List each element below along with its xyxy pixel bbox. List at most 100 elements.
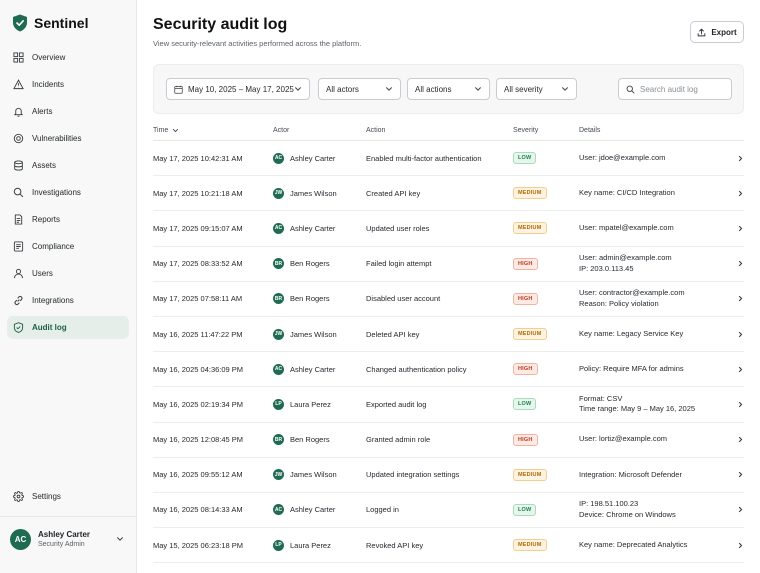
row-open-button[interactable] bbox=[730, 260, 744, 267]
date-range-value: May 10, 2025 – May 17, 2025 bbox=[188, 84, 294, 94]
actor-name: Ben Rogers bbox=[290, 259, 330, 269]
action-cell: Updated integration settings bbox=[366, 470, 460, 480]
sidebar-item-audit-log[interactable]: Audit log bbox=[7, 316, 129, 339]
sidebar-item-users[interactable]: Users bbox=[7, 262, 129, 285]
row-open-button[interactable] bbox=[730, 542, 744, 549]
column-header-time[interactable]: Time bbox=[153, 127, 273, 134]
chevron-down-icon[interactable] bbox=[116, 535, 124, 543]
row-open-button[interactable] bbox=[730, 155, 744, 162]
row-open-button[interactable] bbox=[730, 366, 744, 373]
table-row[interactable]: May 16, 2025 09:55:12 AM JW James Wilson Up… bbox=[153, 458, 744, 493]
chevron-right-icon bbox=[737, 436, 744, 443]
search-box[interactable] bbox=[618, 78, 732, 100]
severity-badge: MEDIUM bbox=[513, 539, 547, 552]
severity-cell: MEDIUM bbox=[513, 539, 579, 552]
sidebar-item-label: Audit log bbox=[32, 323, 67, 332]
details-cell: User: contractor@example.com Reason: Poli… bbox=[579, 288, 730, 309]
actor-name: Ashley Carter bbox=[290, 505, 336, 515]
table-row[interactable]: May 17, 2025 09:15:07 AM AC Ashley Carter U… bbox=[153, 211, 744, 247]
row-open-button[interactable] bbox=[730, 471, 744, 478]
severity-cell: MEDIUM bbox=[513, 222, 579, 235]
search-input[interactable] bbox=[640, 84, 720, 94]
avatar: AC bbox=[273, 363, 284, 375]
actor-cell: LP Laura Perez bbox=[273, 398, 366, 410]
row-open-button[interactable] bbox=[730, 436, 744, 443]
profile-role: Security Admin bbox=[38, 541, 85, 548]
sidebar-item-vulnerabilities[interactable]: Vulnerabilities bbox=[7, 127, 129, 150]
row-open-button[interactable] bbox=[730, 401, 744, 408]
brand[interactable]: Sentinel bbox=[0, 0, 136, 46]
table-row[interactable]: May 17, 2025 08:33:52 AM BR Ben Rogers Fail… bbox=[153, 247, 744, 282]
audit-log-table: Time Actor Action Severity Details May 1… bbox=[153, 121, 744, 564]
actor-cell: JW James Wilson bbox=[273, 469, 366, 481]
sidebar-item-label: Overview bbox=[32, 53, 66, 62]
table-row[interactable]: May 16, 2025 04:36:09 PM AC Ashley Carter C… bbox=[153, 352, 744, 388]
actor-name: Laura Perez bbox=[290, 540, 331, 550]
avatar: BR bbox=[273, 258, 284, 270]
table-header: Time Actor Action Severity Details bbox=[153, 121, 744, 141]
table-row[interactable]: May 17, 2025 07:58:11 AM BR Ben Rogers Disa… bbox=[153, 282, 744, 317]
details-line: Reason: Policy violation bbox=[579, 298, 659, 308]
severity-cell: HIGH bbox=[513, 433, 579, 446]
details-line: User: admin@example.com bbox=[579, 253, 672, 263]
warning-icon bbox=[13, 79, 24, 90]
sidebar-item-reports[interactable]: Reports bbox=[7, 208, 129, 231]
user-profile[interactable]: AC Ashley Carter Security Admin bbox=[0, 516, 136, 561]
table-row[interactable]: May 17, 2025 10:42:31 AM AC Ashley Carter E… bbox=[153, 141, 744, 177]
actor-cell: AC Ashley Carter bbox=[273, 504, 366, 516]
sidebar-item-investigations[interactable]: Investigations bbox=[7, 181, 129, 204]
row-open-button[interactable] bbox=[730, 295, 744, 302]
severity-badge: MEDIUM bbox=[513, 187, 547, 200]
actor-cell: AC Ashley Carter bbox=[273, 222, 366, 234]
sidebar-item-incidents[interactable]: Incidents bbox=[7, 73, 129, 96]
grid-icon bbox=[13, 52, 24, 63]
action-cell: Disabled user account bbox=[366, 294, 441, 304]
row-open-button[interactable] bbox=[730, 225, 744, 232]
sidebar-item-settings[interactable]: Settings bbox=[7, 485, 129, 508]
table-row[interactable]: May 17, 2025 10:21:18 AM JW James Wilson Cr… bbox=[153, 176, 744, 212]
table-row[interactable]: May 15, 2025 06:23:18 PM LP Laura Perez Rev… bbox=[153, 528, 744, 564]
avatar: JW bbox=[273, 469, 284, 481]
row-open-button[interactable] bbox=[730, 506, 744, 513]
severity-badge: MEDIUM bbox=[513, 468, 547, 481]
chevron-right-icon bbox=[737, 542, 744, 549]
action-cell: Enabled multi-factor authentication bbox=[366, 153, 482, 163]
sidebar-item-integrations[interactable]: Integrations bbox=[7, 289, 129, 312]
search-icon bbox=[13, 187, 24, 198]
table-row[interactable]: May 16, 2025 08:14:33 AM AC Ashley Carter L… bbox=[153, 493, 744, 529]
severity-badge: HIGH bbox=[513, 433, 538, 446]
sidebar-item-compliance[interactable]: Compliance bbox=[7, 235, 129, 258]
time-cell: May 17, 2025 08:33:52 AM bbox=[153, 259, 243, 269]
time-cell: May 16, 2025 08:14:33 AM bbox=[153, 505, 243, 515]
sidebar-item-label: Investigations bbox=[32, 188, 81, 197]
gear-icon bbox=[13, 491, 24, 502]
sidebar-item-label: Users bbox=[32, 269, 53, 278]
main-content: Security audit log View security-relevan… bbox=[137, 0, 760, 573]
row-open-button[interactable] bbox=[730, 190, 744, 197]
table-body: May 17, 2025 10:42:31 AM AC Ashley Carter E… bbox=[153, 141, 744, 564]
actor-filter-select[interactable]: All actors bbox=[318, 78, 401, 100]
sidebar-item-assets[interactable]: Assets bbox=[7, 154, 129, 177]
export-label: Export bbox=[711, 27, 737, 37]
details-cell: Format: CSV Time range: May 9 – May 16, 2… bbox=[579, 394, 730, 415]
actor-name: Ashley Carter bbox=[290, 223, 336, 233]
table-row[interactable]: May 16, 2025 02:19:34 PM LP Laura Perez Exp… bbox=[153, 387, 744, 423]
avatar: AC bbox=[273, 222, 284, 234]
severity-filter-select[interactable]: All severity bbox=[496, 78, 577, 100]
actor-cell: BR Ben Rogers bbox=[273, 258, 366, 270]
details-cell: User: jdoe@example.com bbox=[579, 153, 730, 164]
avatar: AC bbox=[10, 528, 31, 550]
table-row[interactable]: May 16, 2025 12:08:45 PM BR Ben Rogers Gran… bbox=[153, 423, 744, 458]
sidebar-item-alerts[interactable]: Alerts bbox=[7, 100, 129, 123]
sidebar-item-overview[interactable]: Overview bbox=[7, 46, 129, 69]
row-open-button[interactable] bbox=[730, 331, 744, 338]
date-range-picker[interactable]: May 10, 2025 – May 17, 2025 bbox=[166, 78, 310, 100]
table-row[interactable]: May 16, 2025 11:47:22 PM JW James Wilson De… bbox=[153, 317, 744, 353]
sort-down-icon[interactable] bbox=[172, 127, 179, 134]
chevron-right-icon bbox=[737, 295, 744, 302]
avatar: AC bbox=[273, 152, 284, 164]
chevron-right-icon bbox=[737, 225, 744, 232]
action-filter-select[interactable]: All actions bbox=[407, 78, 490, 100]
details-line: User: jdoe@example.com bbox=[579, 152, 666, 162]
export-button[interactable]: Export bbox=[690, 21, 744, 43]
